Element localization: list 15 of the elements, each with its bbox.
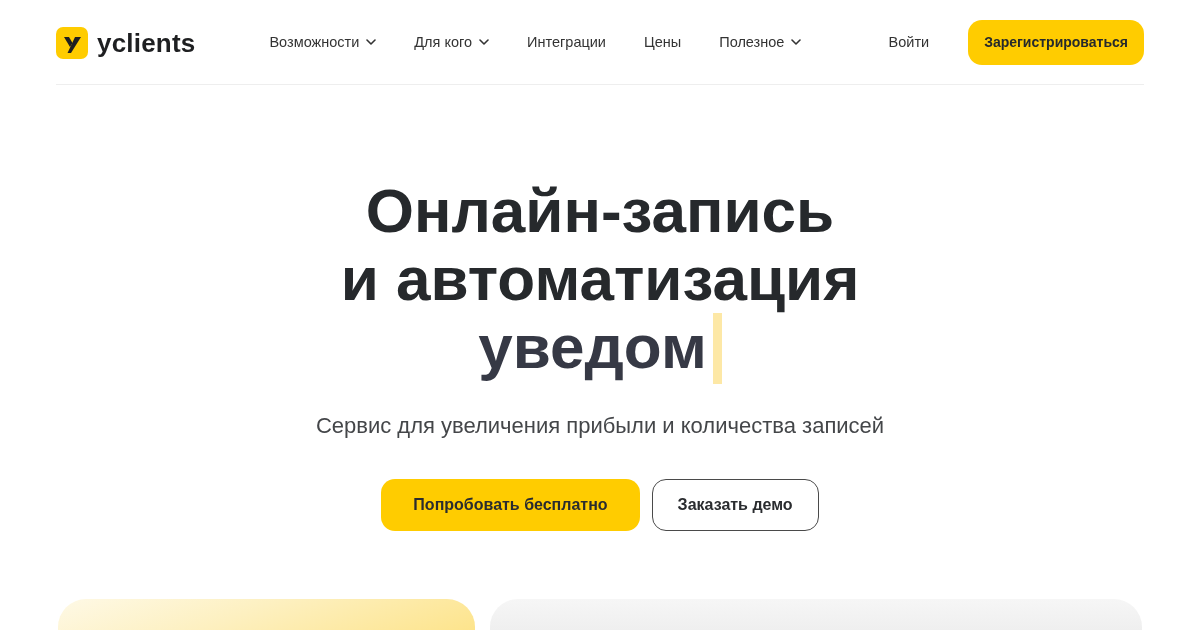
register-button[interactable]: Зарегистрироваться [968, 19, 1144, 65]
nav-link[interactable]: Для кого [414, 34, 490, 50]
nav-link[interactable]: Возможности [269, 34, 377, 50]
hero-title: Онлайн-запись и автоматизация [340, 177, 860, 313]
text-cursor-icon [712, 312, 722, 384]
nav-link[interactable]: Полезное [719, 34, 802, 50]
logo-icon[interactable] [56, 27, 88, 59]
demo-button[interactable]: Заказать демо [651, 479, 819, 531]
nav-link[interactable]: Цены [644, 34, 682, 50]
logo-text[interactable]: yclients [97, 27, 196, 59]
login-link[interactable]: Войти [888, 34, 930, 50]
hero-subtitle: Сервис для увеличения прибыли и количества записей [315, 412, 885, 440]
nav-link[interactable]: Интеграции [527, 34, 606, 50]
try-free-button[interactable]: Попробовать бесплатно [381, 479, 640, 531]
typed-text: уведом [478, 313, 707, 381]
